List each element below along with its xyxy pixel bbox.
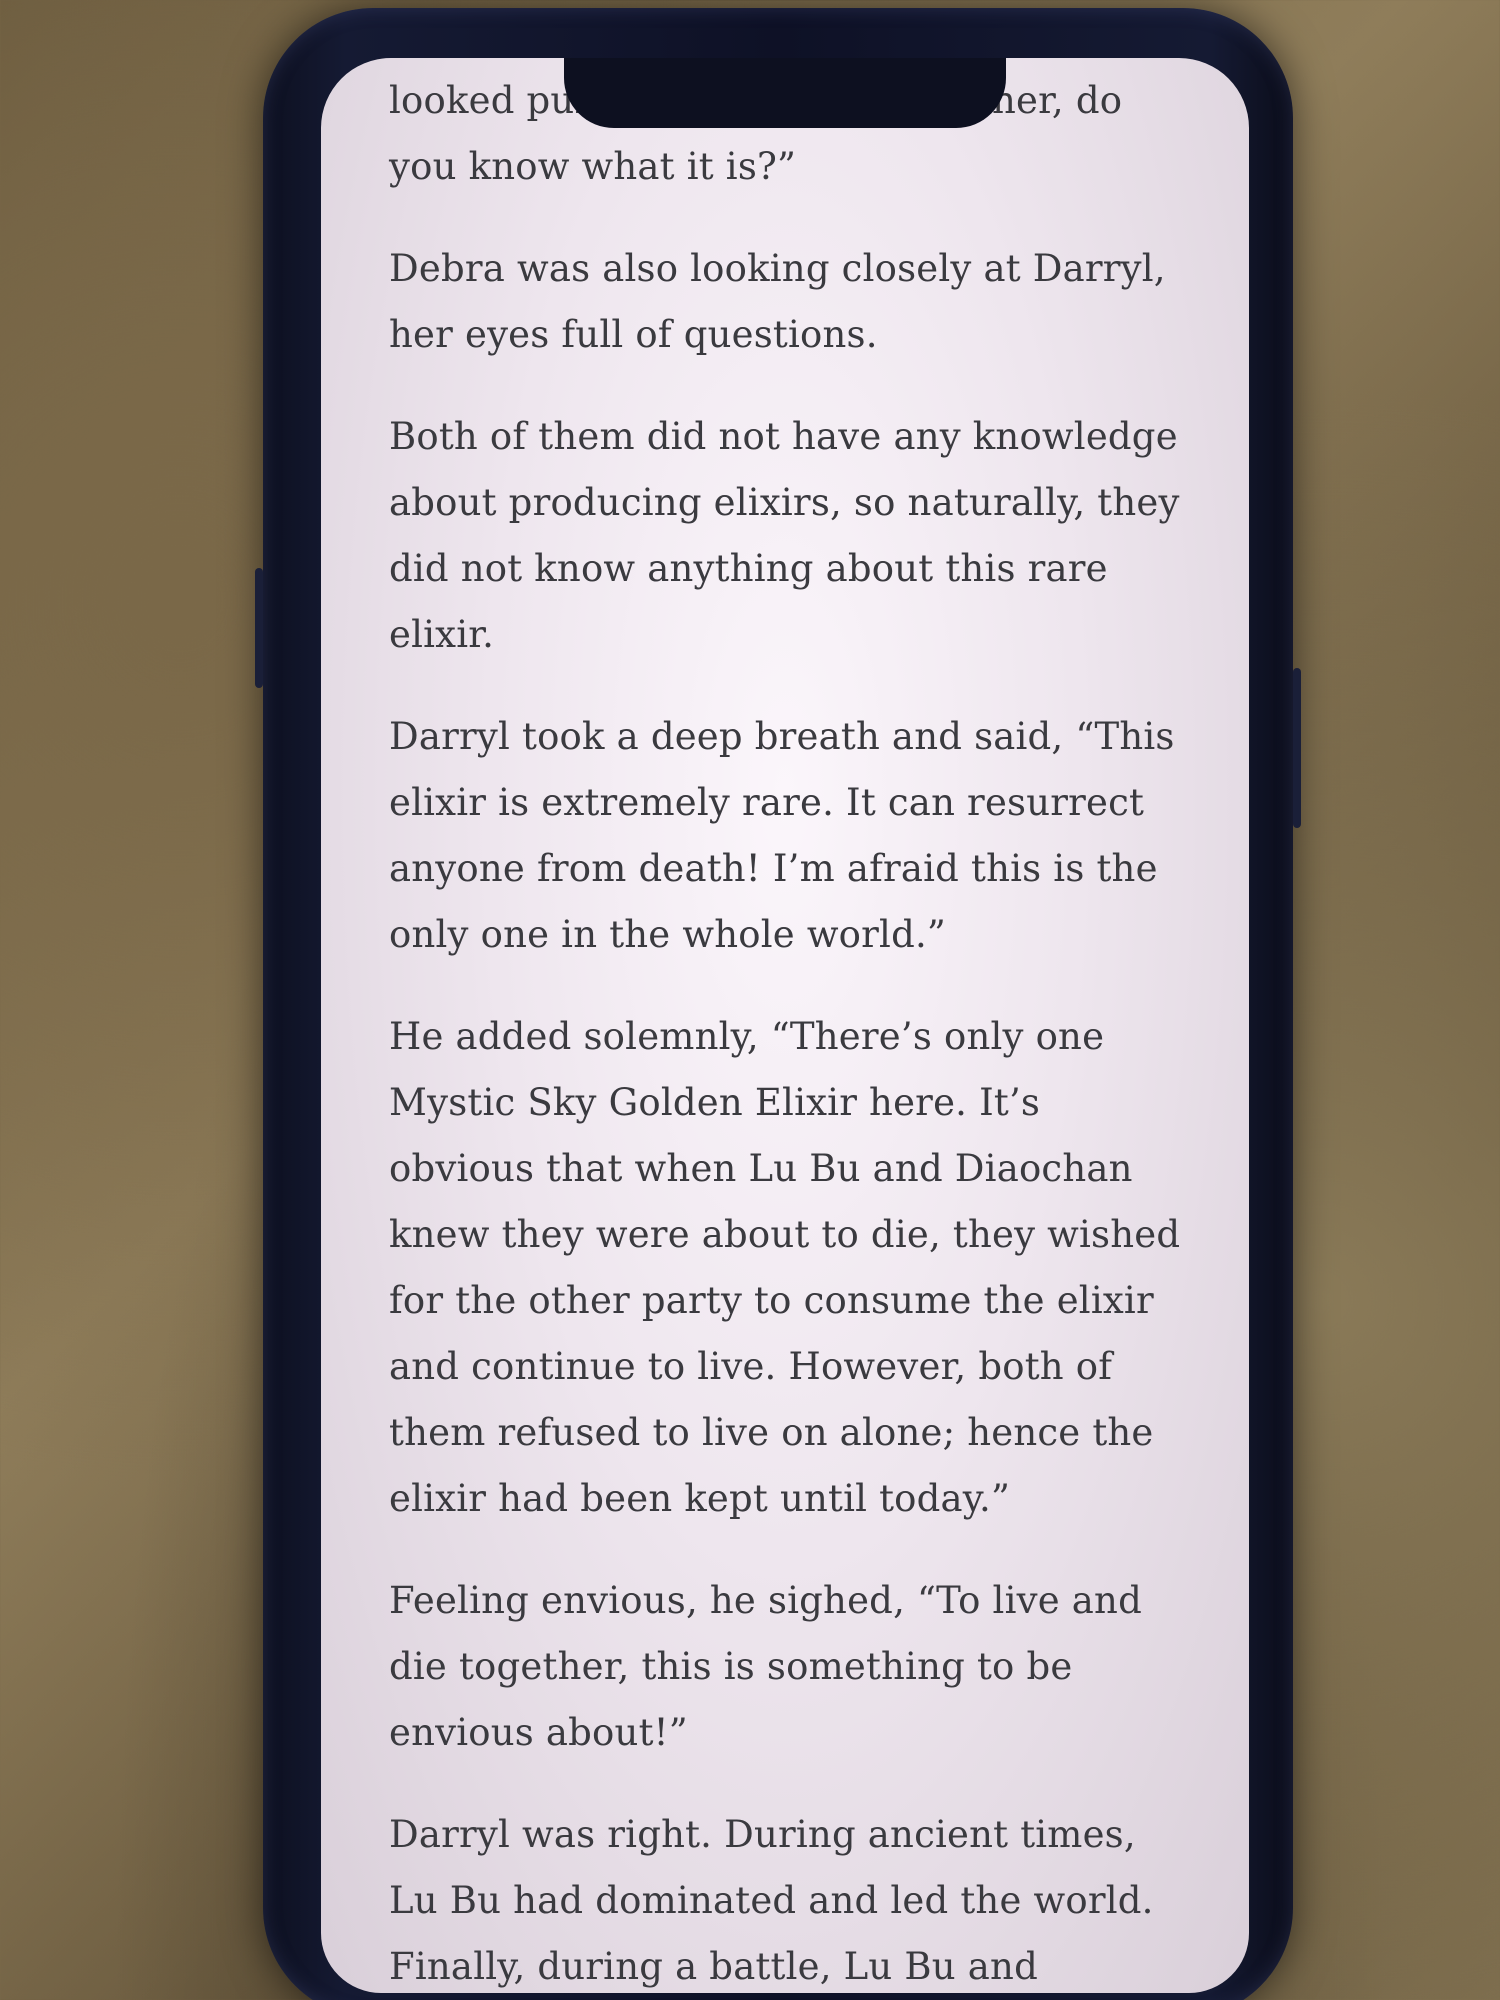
paragraph-5: He added solemnly, “There’s only one Mys… — [389, 1015, 1181, 1520]
reader-page[interactable]: looked puzzled at Darryl. “ Brother, do … — [389, 68, 1189, 1993]
paragraph-3: Both of them did not have any knowledge … — [389, 415, 1180, 656]
volume-button — [255, 568, 263, 688]
display-notch — [564, 58, 1006, 128]
phone-screen: looked puzzled at Darryl. “ Brother, do … — [321, 58, 1249, 1993]
phone-device: looked puzzled at Darryl. “ Brother, do … — [255, 8, 1301, 2000]
paragraph-4: Darryl took a deep breath and said, “Thi… — [389, 715, 1175, 956]
power-button — [1293, 668, 1301, 828]
paragraph-2: Debra was also looking closely at Darryl… — [389, 247, 1166, 356]
paragraph-6: Feeling envious, he sighed, “To live and… — [389, 1579, 1142, 1754]
paragraph-7: Darryl was right. During ancient times, … — [389, 1813, 1154, 1988]
